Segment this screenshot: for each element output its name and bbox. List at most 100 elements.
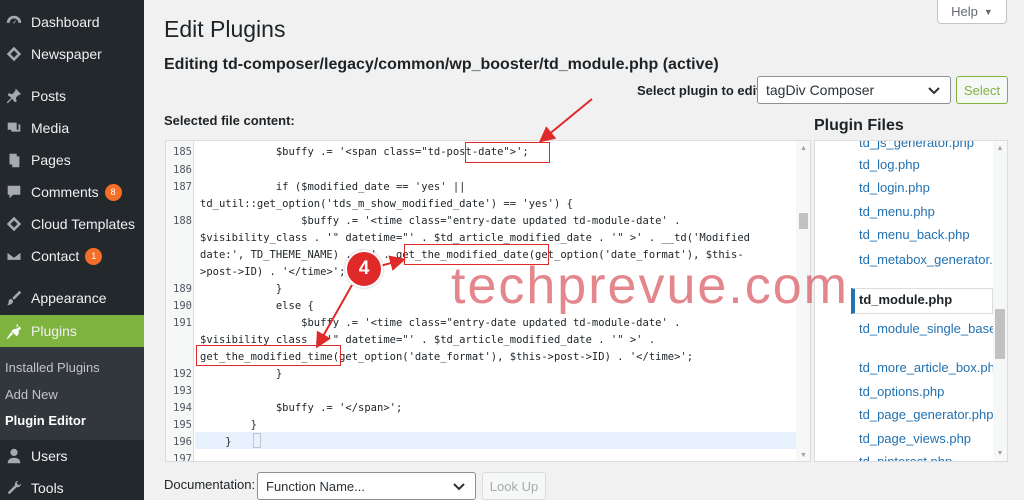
cloud-templates-icon	[4, 214, 24, 234]
file-link[interactable]: td_login.php	[859, 180, 930, 195]
highlight-box-modified-time	[196, 345, 341, 366]
chevron-down-icon	[928, 87, 940, 95]
sidebar-item-pages[interactable]: Pages	[0, 144, 144, 176]
line-number: 186	[173, 164, 192, 176]
line-number: 187	[173, 181, 192, 193]
line-number: 195	[173, 419, 192, 431]
code-line: td_util::get_option('tds_m_show_modified…	[200, 198, 573, 210]
media-icon	[4, 118, 24, 138]
comments-count-badge: 8	[104, 183, 122, 201]
function-select-value: Function Name...	[266, 478, 365, 494]
line-number-gutter: 185 186 187 188 189 190 191 192 193 194 …	[166, 141, 194, 462]
scroll-up-icon[interactable]: ▲	[993, 141, 1007, 156]
file-link-current[interactable]: td_module.php	[851, 288, 993, 314]
sidebar-item-label: Dashboard	[31, 14, 100, 30]
sidebar-item-cloud-templates[interactable]: Cloud Templates	[0, 208, 144, 240]
select-plugin-button[interactable]: Select	[956, 76, 1008, 104]
sidebar-item-newspaper[interactable]: Newspaper	[0, 38, 144, 70]
file-link[interactable]: td_page_generator.php	[859, 407, 993, 422]
active-line-highlight	[195, 432, 796, 449]
sidebar-item-label: Media	[31, 120, 70, 136]
line-number: 194	[173, 402, 192, 414]
sidebar-item-label: Appearance	[31, 290, 107, 306]
help-label: Help	[951, 4, 978, 19]
comment-icon	[4, 182, 24, 202]
sidebar-item-label: Contact	[31, 248, 80, 264]
sidebar-item-label: Comments	[31, 184, 99, 200]
file-link[interactable]: td_menu.php	[859, 204, 935, 219]
submenu-plugin-editor[interactable]: Plugin Editor	[5, 413, 86, 428]
step-number-badge: 4	[345, 250, 383, 288]
editor-scroll-thumb[interactable]	[799, 213, 808, 229]
caret-down-icon: ▼	[983, 6, 993, 17]
sidebar-item-label: Plugins	[31, 323, 77, 339]
code-line: $visibility_class . '" datetime="' . $td…	[200, 232, 750, 244]
file-link[interactable]: td_menu_back.php	[859, 227, 970, 242]
highlight-box-td-post-date	[465, 142, 550, 163]
sidebar-item-label: Cloud Templates	[31, 216, 136, 232]
documentation-label: Documentation:	[164, 477, 256, 492]
sidebar-item-media[interactable]: Media	[0, 112, 144, 144]
dashboard-icon	[4, 12, 24, 32]
help-button[interactable]: Help ▼	[937, 0, 1007, 24]
line-number: 189	[173, 283, 192, 295]
sidebar-item-dashboard[interactable]: Dashboard	[0, 6, 144, 38]
sidebar-item-label: Newspaper	[31, 46, 102, 62]
line-number: 196	[173, 436, 192, 448]
plugin-icon	[4, 321, 24, 341]
pages-icon	[4, 150, 24, 170]
line-number: 185	[173, 146, 192, 158]
file-link[interactable]: td_page_views.php	[859, 431, 971, 446]
file-list-scroll-thumb[interactable]	[995, 309, 1005, 359]
line-number: 188	[173, 215, 192, 227]
scroll-up-icon[interactable]: ▲	[796, 141, 810, 156]
bracket-match-marker	[253, 433, 261, 448]
admin-sidebar: Dashboard Newspaper Posts Media Pages Co…	[0, 0, 144, 500]
sidebar-item-label: Tools	[31, 480, 64, 496]
line-number: 197	[173, 453, 192, 462]
line-number: 191	[173, 317, 192, 329]
scroll-down-icon[interactable]: ▼	[993, 446, 1007, 461]
line-number: 193	[173, 385, 192, 397]
watermark-text: techprevue.com	[451, 257, 849, 315]
sidebar-item-posts[interactable]: Posts	[0, 80, 144, 112]
file-link[interactable]: td_pinterest.php	[859, 454, 952, 461]
sidebar-item-users[interactable]: Users	[0, 440, 144, 472]
code-line: }	[200, 368, 283, 380]
file-link[interactable]: td_module_single_base.php	[859, 320, 1007, 337]
look-up-button[interactable]: Look Up	[482, 472, 546, 500]
submenu-add-new[interactable]: Add New	[5, 387, 58, 402]
file-link[interactable]: td_log.php	[859, 157, 920, 172]
mail-icon	[4, 246, 24, 266]
sidebar-item-label: Posts	[31, 88, 67, 104]
file-link[interactable]: td_metabox_generator.php	[859, 251, 1007, 268]
code-line: if ($modified_date == 'yes' ||	[200, 181, 466, 193]
brush-icon	[4, 288, 24, 308]
file-link[interactable]: td_options.php	[859, 384, 944, 399]
sidebar-item-tools[interactable]: Tools	[0, 472, 144, 500]
contact-count-badge: 1	[85, 247, 103, 265]
newspaper-icon	[4, 44, 24, 64]
pin-icon	[4, 86, 24, 106]
code-line: else {	[200, 300, 314, 312]
sidebar-item-contact[interactable]: Contact 1	[0, 240, 144, 272]
tools-icon	[4, 478, 24, 498]
code-line: }	[200, 419, 257, 431]
sidebar-item-label: Users	[31, 448, 68, 464]
documentation-function-select[interactable]: Function Name...	[257, 472, 476, 500]
chevron-down-icon	[453, 483, 465, 491]
sidebar-item-comments[interactable]: Comments 8	[0, 176, 144, 208]
sidebar-item-appearance[interactable]: Appearance	[0, 282, 144, 314]
plugin-select[interactable]: tagDiv Composer	[757, 76, 951, 104]
plugin-select-label: Select plugin to edit:	[637, 83, 765, 98]
file-list-scrollbar[interactable]: ▲ ▼	[993, 141, 1007, 461]
line-number: 190	[173, 300, 192, 312]
scroll-down-icon[interactable]: ▼	[796, 448, 810, 461]
code-line: }	[200, 283, 283, 295]
file-link[interactable]: td_more_article_box.php	[859, 360, 1002, 375]
sidebar-item-plugins[interactable]: Plugins	[0, 315, 144, 347]
plugin-files-title: Plugin Files	[814, 117, 904, 134]
submenu-installed-plugins[interactable]: Installed Plugins	[5, 360, 100, 375]
file-link[interactable]: td_js_generator.php	[859, 141, 974, 150]
code-line: >post->ID) . '</time>';	[200, 266, 346, 278]
